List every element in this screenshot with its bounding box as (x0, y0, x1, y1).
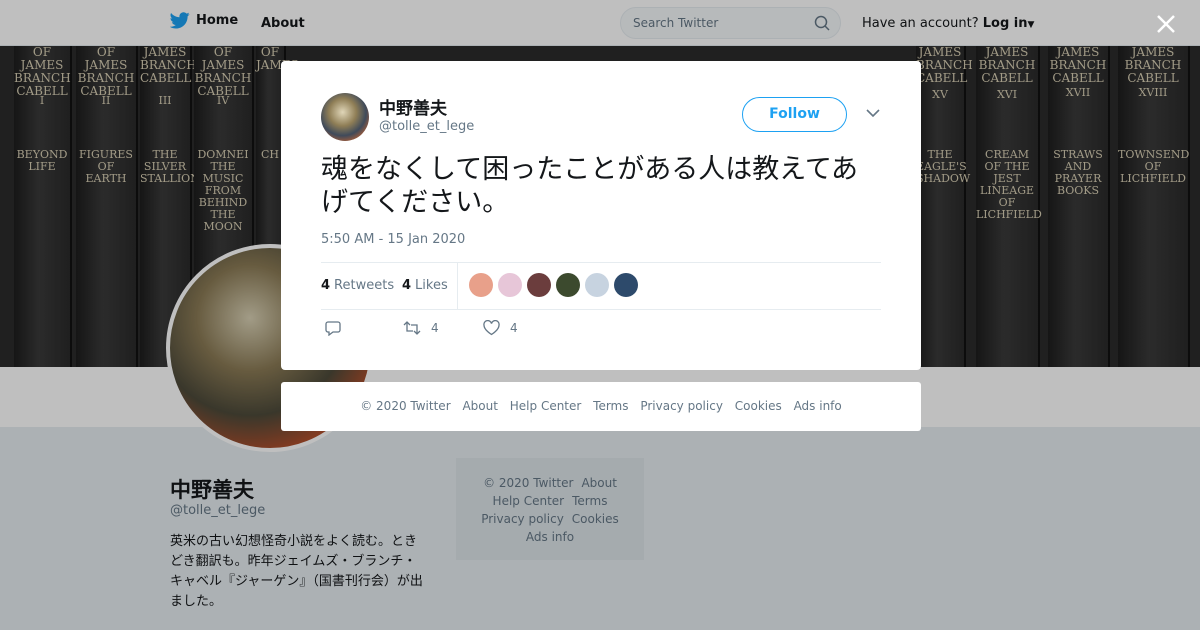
footer-cookies-link[interactable]: Cookies (735, 399, 782, 413)
reply-action[interactable] (325, 320, 351, 336)
footer-about-link[interactable]: About (462, 399, 497, 413)
retweets-count: 4 (321, 278, 331, 293)
footer-terms-link[interactable]: Terms (593, 399, 628, 413)
likes-count: 4 (402, 278, 412, 293)
liker-avatar[interactable] (469, 273, 493, 297)
footer-copyright: © 2020 Twitter (360, 399, 451, 413)
tweet-timestamp[interactable]: 5:50 AM - 15 Jan 2020 (321, 232, 465, 247)
chevron-down-icon[interactable] (866, 108, 880, 118)
footer-privacy-link[interactable]: Privacy policy (640, 399, 723, 413)
liker-avatar[interactable] (556, 273, 580, 297)
follow-button[interactable]: Follow (742, 97, 847, 132)
tweet-actions: 4 4 (321, 320, 621, 344)
retweets-stat[interactable]: 4 Retweets (321, 278, 394, 293)
likes-stat[interactable]: 4 Likes (402, 278, 448, 293)
like-count: 4 (510, 321, 518, 335)
heart-icon (483, 320, 500, 336)
liker-avatar[interactable] (614, 273, 638, 297)
retweets-label: Retweets (334, 278, 395, 293)
retweet-icon (403, 321, 421, 335)
stats-divider (457, 263, 458, 309)
tweet-text: 魂をなくして困ったことがある人は教えてあげてください。 (321, 154, 859, 218)
tweet-author-handle[interactable]: @tolle_et_lege (379, 119, 474, 134)
liker-avatar[interactable] (585, 273, 609, 297)
reply-icon (325, 321, 341, 336)
likes-label: Likes (415, 278, 448, 293)
retweet-action[interactable]: 4 (403, 320, 439, 336)
tweet-modal: 中野善夫 @tolle_et_lege Follow 魂をなくして困ったことがあ… (281, 61, 921, 370)
liker-avatars (469, 273, 638, 297)
liker-avatar[interactable] (527, 273, 551, 297)
tweet-author-name[interactable]: 中野善夫 (379, 94, 447, 119)
liker-avatar[interactable] (498, 273, 522, 297)
tweet-stats: 4 Retweets 4 Likes (321, 262, 881, 310)
retweet-count: 4 (431, 321, 439, 335)
modal-footer: © 2020 Twitter About Help Center Terms P… (281, 382, 921, 431)
footer-help-link[interactable]: Help Center (510, 399, 582, 413)
close-icon[interactable] (1154, 12, 1178, 40)
tweet-avatar[interactable] (321, 93, 369, 141)
footer-ads-link[interactable]: Ads info (794, 399, 842, 413)
like-action[interactable]: 4 (483, 320, 518, 336)
